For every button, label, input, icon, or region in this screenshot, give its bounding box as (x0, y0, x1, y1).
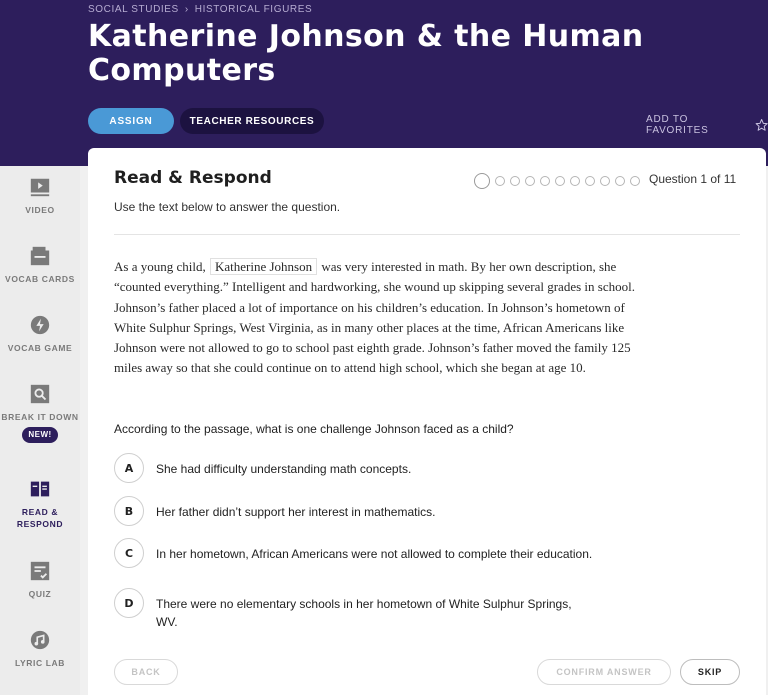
breadcrumb: SOCIAL STUDIES › HISTORICAL FIGURES (88, 4, 312, 15)
activity-heading: Read & Respond (114, 168, 272, 188)
sidebar-item-label: VIDEO (25, 205, 55, 215)
sidebar-item-label: VOCAB GAME (7, 343, 73, 353)
page-title: Katherine Johnson & the Human Computers (88, 19, 644, 88)
sidebar-item-quiz[interactable]: QUIZ (0, 560, 80, 600)
progress-dot (600, 176, 610, 186)
add-to-favorites-button[interactable]: ADD TO FAVORITES (646, 114, 768, 136)
passage-text: As a young child, (114, 259, 209, 274)
passage-text: was very interested in math. By her own … (114, 259, 635, 376)
sidebar-item-label: READ & RESPOND (16, 507, 64, 529)
choice-letter: C (114, 538, 144, 568)
answer-choice-d[interactable]: D There were no elementary schools in he… (114, 588, 596, 631)
add-to-favorites-label: ADD TO FAVORITES (646, 114, 709, 136)
progress-dot (570, 176, 580, 186)
progress-dot (510, 176, 520, 186)
magnifier-icon (30, 384, 50, 404)
sidebar-item-vocab-cards[interactable]: VOCAB CARDS (0, 245, 80, 285)
book-icon (30, 481, 50, 497)
new-badge: NEW! (22, 427, 58, 443)
answer-choice-a[interactable]: A She had difficulty understanding math … (114, 453, 596, 483)
question-text: According to the passage, what is one ch… (114, 422, 514, 436)
sidebar-item-label: VOCAB CARDS (5, 274, 75, 284)
breadcrumb-separator-icon: › (184, 4, 189, 15)
sidebar-item-read-respond[interactable]: READ & RESPOND (0, 478, 80, 530)
choice-letter: A (114, 453, 144, 483)
teacher-resources-button[interactable]: TEACHER RESOURCES (180, 108, 324, 134)
progress-dot (525, 176, 535, 186)
page-header: SOCIAL STUDIES › HISTORICAL FIGURES Kath… (0, 0, 768, 166)
divider (114, 234, 740, 235)
progress-dot (630, 176, 640, 186)
quiz-icon (30, 561, 50, 581)
confirm-answer-button[interactable]: CONFIRM ANSWER (537, 659, 671, 685)
video-icon (30, 178, 50, 197)
sidebar-item-label: BREAK IT DOWN (1, 412, 79, 422)
music-icon (30, 630, 50, 650)
question-progress (474, 173, 640, 189)
sidebar-item-vocab-game[interactable]: VOCAB GAME (0, 314, 80, 354)
skip-button[interactable]: SKIP (680, 659, 740, 685)
sidebar-item-video[interactable]: VIDEO (0, 176, 80, 216)
progress-dot (495, 176, 505, 186)
sidebar-item-label: QUIZ (28, 589, 52, 599)
read-respond-card: Read & Respond Use the text below to ans… (88, 148, 766, 695)
sidebar-item-break-it-down[interactable]: BREAK IT DOWN NEW! (0, 383, 80, 443)
sidebar: VIDEO VOCAB CARDS VOCAB GAME BREAK IT DO… (0, 166, 80, 695)
progress-dot (555, 176, 565, 186)
vocab-cards-icon (30, 246, 50, 266)
breadcrumb-subsection[interactable]: HISTORICAL FIGURES (195, 4, 313, 15)
progress-dot (474, 173, 490, 189)
sidebar-item-label: LYRIC LAB (15, 658, 65, 668)
choice-text: In her hometown, African Americans were … (156, 547, 593, 561)
sidebar-item-lyric-lab[interactable]: LYRIC LAB (0, 629, 80, 669)
choice-text: There were no elementary schools in her … (156, 597, 572, 629)
assign-button[interactable]: ASSIGN (88, 108, 174, 134)
choice-text: Her father didn’t support her interest i… (156, 505, 436, 519)
lightning-icon (30, 315, 50, 335)
choice-letter: D (114, 588, 144, 618)
instructions: Use the text below to answer the questio… (114, 200, 341, 214)
back-button[interactable]: BACK (114, 659, 178, 685)
star-icon (755, 118, 768, 131)
choice-letter: B (114, 496, 144, 526)
choice-text: She had difficulty understanding math co… (156, 462, 412, 476)
reading-passage: As a young child, Katherine Johnson was … (114, 257, 636, 379)
passage-highlight[interactable]: Katherine Johnson (209, 258, 318, 275)
progress-dot (540, 176, 550, 186)
breadcrumb-section[interactable]: SOCIAL STUDIES (88, 4, 179, 15)
answer-choice-c[interactable]: C In her hometown, African Americans wer… (114, 538, 596, 568)
question-count: Question 1 of 11 (649, 172, 737, 186)
progress-dot (585, 176, 595, 186)
answer-choice-b[interactable]: B Her father didn’t support her interest… (114, 496, 596, 526)
progress-dot (615, 176, 625, 186)
